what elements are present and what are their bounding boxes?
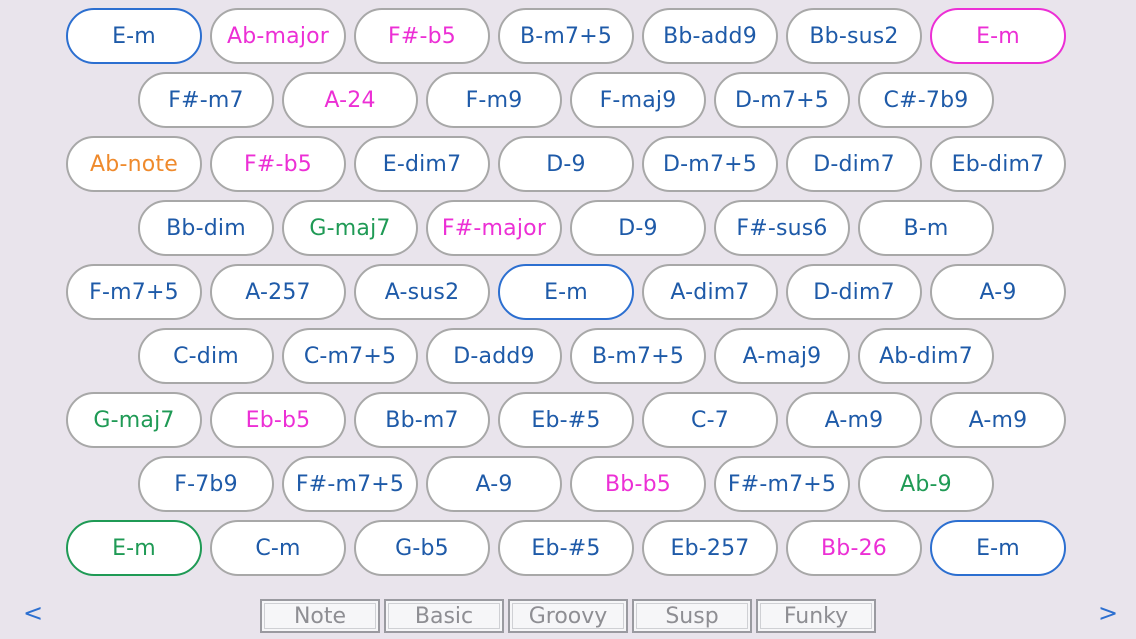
next-page-arrow-icon[interactable]: > — [1093, 596, 1123, 630]
chord-button[interactable]: D-m7+5 — [714, 72, 850, 128]
chord-button[interactable]: F#-m7 — [138, 72, 274, 128]
chord-button[interactable]: A-9 — [426, 456, 562, 512]
chord-button[interactable]: B-m7+5 — [498, 8, 634, 64]
chord-button[interactable]: Bb-26 — [786, 520, 922, 576]
chord-button[interactable]: E-m — [66, 8, 202, 64]
chord-button[interactable]: Bb-add9 — [642, 8, 778, 64]
chord-button[interactable]: F#-b5 — [210, 136, 346, 192]
chord-button[interactable]: A-m9 — [786, 392, 922, 448]
chord-button[interactable]: Eb-dim7 — [930, 136, 1066, 192]
chord-button[interactable]: A-maj9 — [714, 328, 850, 384]
chord-button[interactable]: C#-7b9 — [858, 72, 994, 128]
previous-page-arrow-icon[interactable]: < — [18, 596, 48, 630]
chord-button[interactable]: Ab-dim7 — [858, 328, 994, 384]
chord-button[interactable]: F#-major — [426, 200, 562, 256]
chord-button[interactable]: G-maj7 — [66, 392, 202, 448]
chord-grid: E-m Ab-major F#-b5 B-m7+5 Bb-add9 Bb-sus2 E-m F… — [0, 0, 1136, 600]
chord-button[interactable]: A-9 — [930, 264, 1066, 320]
chord-button[interactable]: F-m7+5 — [66, 264, 202, 320]
tab-basic[interactable]: Basic — [384, 599, 504, 633]
tab-note[interactable]: Note — [260, 599, 380, 633]
chord-button[interactable]: C-m — [210, 520, 346, 576]
chord-button[interactable]: Eb-257 — [642, 520, 778, 576]
chord-button[interactable]: C-dim — [138, 328, 274, 384]
tab-funky[interactable]: Funky — [756, 599, 876, 633]
chord-button[interactable]: E-m — [498, 264, 634, 320]
chord-button[interactable]: E-m — [930, 520, 1066, 576]
chord-button[interactable]: D-9 — [498, 136, 634, 192]
chord-button[interactable]: F#-m7+5 — [282, 456, 418, 512]
chord-button[interactable]: D-dim7 — [786, 264, 922, 320]
chord-button[interactable]: B-m7+5 — [570, 328, 706, 384]
chord-button[interactable]: Bb-m7 — [354, 392, 490, 448]
chord-button[interactable]: Ab-9 — [858, 456, 994, 512]
chord-button[interactable]: Eb-#5 — [498, 392, 634, 448]
chord-button[interactable]: D-m7+5 — [642, 136, 778, 192]
tab-groovy[interactable]: Groovy — [508, 599, 628, 633]
chord-button[interactable]: A-257 — [210, 264, 346, 320]
chord-button[interactable]: Bb-sus2 — [786, 8, 922, 64]
chord-button[interactable]: F#-m7+5 — [714, 456, 850, 512]
tab-susp[interactable]: Susp — [632, 599, 752, 633]
chord-button[interactable]: D-add9 — [426, 328, 562, 384]
chord-button[interactable]: B-m — [858, 200, 994, 256]
chord-button[interactable]: C-m7+5 — [282, 328, 418, 384]
chord-button[interactable]: F-maj9 — [570, 72, 706, 128]
chord-button[interactable]: A-sus2 — [354, 264, 490, 320]
chord-button[interactable]: A-m9 — [930, 392, 1066, 448]
chord-button[interactable]: G-b5 — [354, 520, 490, 576]
chord-button[interactable]: E-dim7 — [354, 136, 490, 192]
chord-button[interactable]: D-9 — [570, 200, 706, 256]
chord-button[interactable]: F#-b5 — [354, 8, 490, 64]
chord-button[interactable]: Ab-note — [66, 136, 202, 192]
chord-button[interactable]: G-maj7 — [282, 200, 418, 256]
chord-button[interactable]: Eb-#5 — [498, 520, 634, 576]
chord-button[interactable]: Ab-major — [210, 8, 346, 64]
chord-button[interactable]: Bb-b5 — [570, 456, 706, 512]
chord-button[interactable]: A-dim7 — [642, 264, 778, 320]
chord-button[interactable]: F-m9 — [426, 72, 562, 128]
chord-button[interactable]: E-m — [66, 520, 202, 576]
chord-button[interactable]: A-24 — [282, 72, 418, 128]
chord-button[interactable]: Bb-dim — [138, 200, 274, 256]
chord-button[interactable]: D-dim7 — [786, 136, 922, 192]
chord-button[interactable]: F-7b9 — [138, 456, 274, 512]
chord-button[interactable]: F#-sus6 — [714, 200, 850, 256]
chord-button[interactable]: C-7 — [642, 392, 778, 448]
chord-button[interactable]: E-m — [930, 8, 1066, 64]
chord-button[interactable]: Eb-b5 — [210, 392, 346, 448]
